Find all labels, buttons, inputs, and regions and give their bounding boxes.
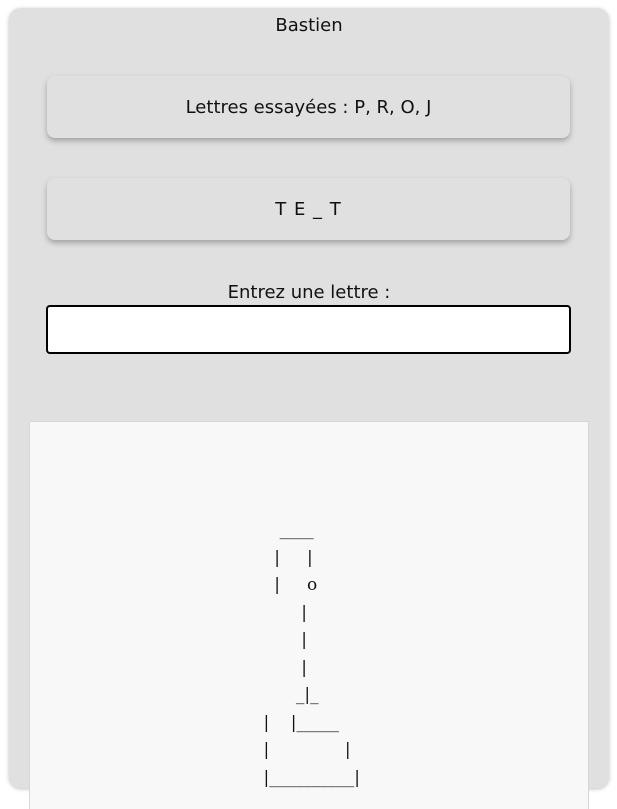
letter-input[interactable] xyxy=(46,305,571,354)
hangman-ascii-art: ____ | | | o | | | _|_ | |_____ | | |___… xyxy=(263,520,360,788)
word-panel: T E _ T xyxy=(47,178,570,240)
letter-input-label: Entrez une lettre : xyxy=(227,282,391,303)
masked-word: T E _ T xyxy=(275,198,342,220)
tried-letters-panel: Lettres essayées : P, R, O, J xyxy=(47,76,570,138)
hangman-drawing-area: ____ | | | o | | | _|_ | |_____ | | |___… xyxy=(29,421,589,809)
tried-letters-text: Lettres essayées : P, R, O, J xyxy=(185,96,432,118)
player-name: Bastien xyxy=(275,15,343,36)
